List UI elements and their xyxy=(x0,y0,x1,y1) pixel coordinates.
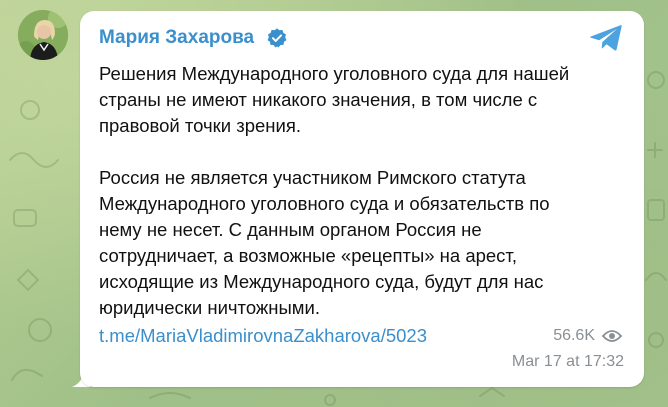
message-line: правовой точки зрения. xyxy=(99,115,302,136)
message-text: Решения Международного уголовного суда д… xyxy=(99,61,629,321)
verified-badge-icon xyxy=(267,28,287,48)
views-count: 56.6K xyxy=(553,327,595,344)
message-line: сотрудничает, а возможные «рецепты» на а… xyxy=(99,245,517,266)
message-line: Россия не является участником Римского с… xyxy=(99,167,526,188)
post-link[interactable]: t.me/MariaVladimirovnaZakharova/5023 xyxy=(99,324,427,348)
message-paragraph: Россия не является участником Римского с… xyxy=(99,165,629,321)
message-line: страны не имеют никакого значения, в том… xyxy=(99,89,538,110)
author-name[interactable]: Мария Захарова xyxy=(99,26,254,50)
message-bubble[interactable]: Мария Захарова Решения Международного уг… xyxy=(80,11,644,387)
message-line: исходящие из Международного суда, будут … xyxy=(99,271,544,292)
views-counter: 56.6K xyxy=(553,325,622,347)
message-line: нему не несет. С данным органом Россия н… xyxy=(99,219,482,240)
message-line: Международного уголовного суда и обязате… xyxy=(99,193,550,214)
message-paragraph: Решения Международного уголовного суда д… xyxy=(99,61,629,139)
eye-icon xyxy=(602,330,622,342)
telegram-paper-plane-icon[interactable] xyxy=(589,24,623,52)
author-avatar[interactable] xyxy=(18,10,68,60)
avatar-photo xyxy=(18,10,68,60)
message-timestamp: Mar 17 at 17:32 xyxy=(511,353,624,370)
message-line: юридически ничтожными. xyxy=(99,297,320,318)
message-line: Решения Международного уголовного суда д… xyxy=(99,63,570,84)
